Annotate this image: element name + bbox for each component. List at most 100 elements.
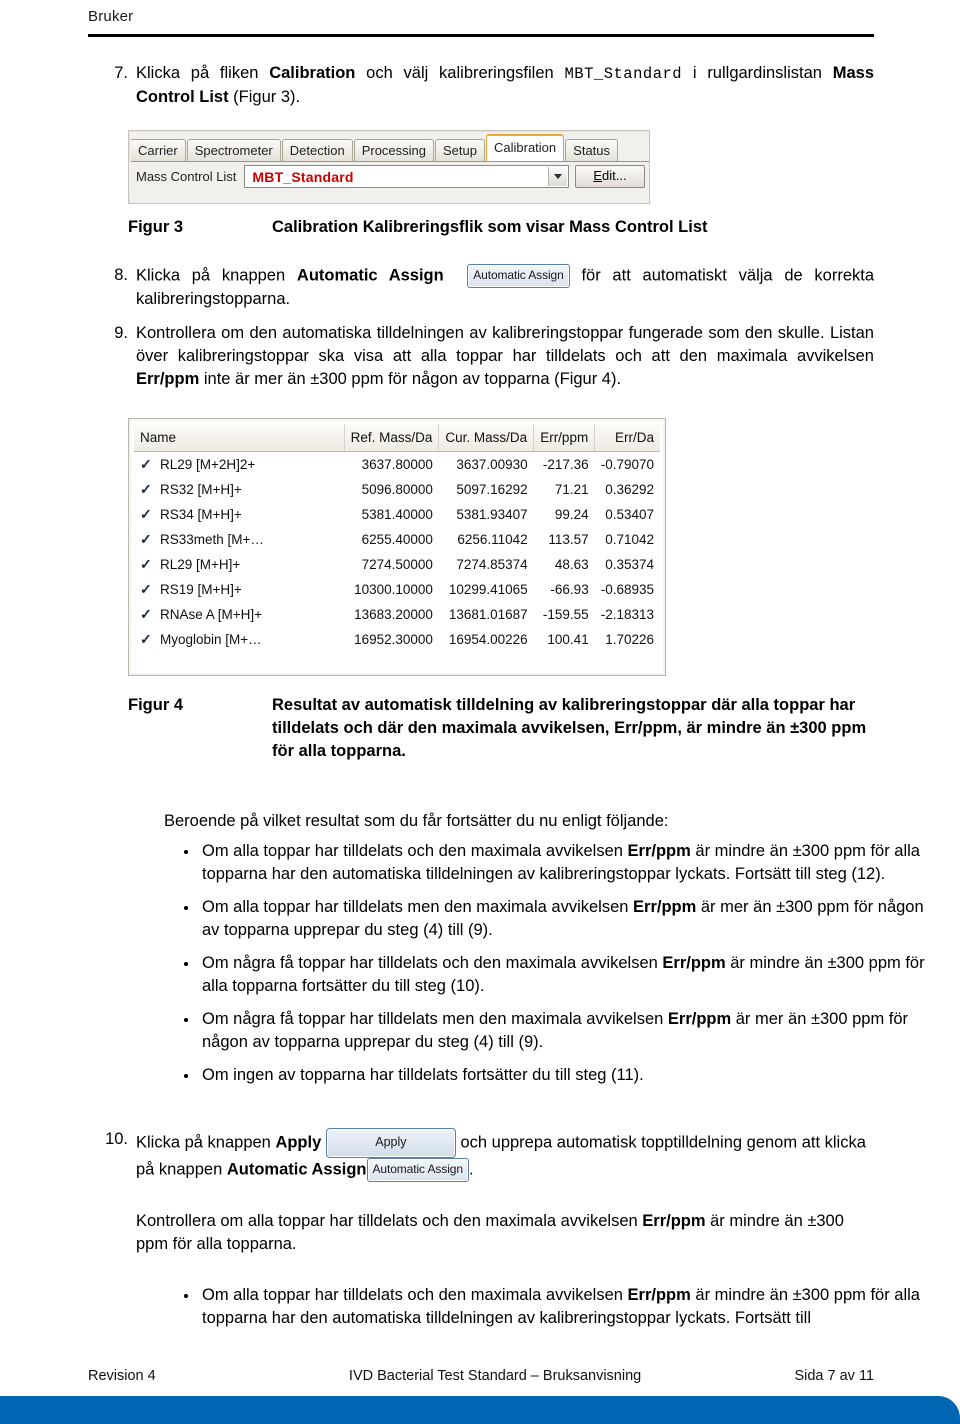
figure-3-screenshot: Carrier Spectrometer Detection Processin… bbox=[128, 130, 650, 204]
peak-name: RS34 [M+H]+ bbox=[160, 507, 242, 522]
edit-button[interactable]: Edit... bbox=[575, 165, 645, 188]
document-page: Bruker 7. Klicka på fliken Calibration o… bbox=[0, 0, 960, 1424]
step-10-b2: Automatic Assign bbox=[226, 1160, 367, 1179]
cell-err-da: -2.18313 bbox=[600, 607, 654, 622]
step-10-number: 10. bbox=[105, 1130, 128, 1148]
table-row[interactable]: ✓ RS32 [M+H]+ 5096.80000 5097.16292 71.21… bbox=[134, 477, 660, 502]
table-row[interactable]: ✓ RS34 [M+H]+ 5381.40000 5381.93407 99.24… bbox=[134, 502, 660, 527]
tab-setup[interactable]: Setup bbox=[435, 139, 485, 161]
cell-err-da: 0.71042 bbox=[605, 532, 654, 547]
step-9: 9. Kontrollera om den automatiska tillde… bbox=[92, 322, 874, 391]
bullet-5-t1: Om ingen av topparna har tilldelats fort… bbox=[202, 1066, 644, 1084]
check-icon[interactable]: ✓ bbox=[140, 606, 156, 623]
figure-3-caption-text: Calibration Kalibreringsflik som visar M… bbox=[272, 218, 708, 236]
header-divider bbox=[88, 34, 874, 37]
bullet-2-t1: Om alla toppar har tilldelats men den ma… bbox=[202, 898, 634, 916]
automatic-assign-button[interactable]: Automatic Assign bbox=[467, 264, 570, 288]
footer-document-title: IVD Bacterial Test Standard – Bruksanvis… bbox=[348, 1368, 642, 1384]
cell-ref-mass: 5096.80000 bbox=[361, 482, 433, 497]
apply-button[interactable]: Apply bbox=[325, 1128, 456, 1158]
list-item: Om alla toppar har tilldelats och den ma… bbox=[176, 840, 938, 886]
tab-spectrometer[interactable]: Spectrometer bbox=[186, 139, 281, 161]
check-icon[interactable]: ✓ bbox=[140, 481, 156, 498]
cell-cur-mass: 5381.93407 bbox=[456, 507, 528, 522]
column-header-cur-mass[interactable]: Cur. Mass/Da bbox=[438, 424, 535, 452]
column-header-name[interactable]: Name bbox=[134, 424, 345, 452]
figure-4-caption-text: Resultat av automatisk tilldelning av ka… bbox=[272, 696, 867, 760]
check-icon[interactable]: ✓ bbox=[140, 631, 156, 648]
step-8: 8. Klicka på knappen Automatic Assign Au… bbox=[92, 264, 874, 311]
cell-err-ppm: 99.24 bbox=[554, 507, 589, 522]
peak-table-body: ✓ RL29 [M+2H]2+ 3637.80000 3637.00930 -21… bbox=[134, 452, 660, 653]
cell-err-da: -0.68935 bbox=[600, 582, 654, 597]
tab-detection[interactable]: Detection bbox=[281, 139, 353, 161]
check-icon[interactable]: ✓ bbox=[140, 556, 156, 573]
table-row[interactable]: ✓ RL29 [M+H]+ 7274.50000 7274.85374 48.63… bbox=[134, 552, 660, 577]
table-row[interactable]: ✓ RL29 [M+2H]2+ 3637.80000 3637.00930 -21… bbox=[134, 452, 660, 478]
check-icon[interactable]: ✓ bbox=[140, 531, 156, 548]
cell-name: ✓ RS19 [M+H]+ bbox=[134, 577, 344, 602]
table-row[interactable]: ✓ RNAse A [M+H]+ 13683.20000 13681.01687 … bbox=[134, 602, 660, 627]
cell-err-da: 1.70226 bbox=[605, 632, 654, 647]
cell-err-ppm: -159.55 bbox=[542, 607, 589, 622]
footer-page-number: Sida 7 av 11 bbox=[794, 1368, 874, 1384]
step-10-t1: Klicka på knappen bbox=[136, 1133, 276, 1152]
cell-cur-mass: 10299.41065 bbox=[448, 582, 528, 597]
peak-name: RS32 [M+H]+ bbox=[160, 482, 242, 497]
step-9-text: Kontrollera om den automatiska tilldelni… bbox=[136, 322, 874, 391]
peak-name: Myoglobin [M+… bbox=[160, 632, 262, 647]
tab-status[interactable]: Status bbox=[565, 139, 619, 161]
mass-control-list-dropdown[interactable]: MBT_Standard bbox=[244, 165, 569, 188]
check-icon[interactable]: ✓ bbox=[140, 456, 156, 473]
cell-ref-mass: 7274.50000 bbox=[361, 557, 433, 572]
peak-name: RL29 [M+2H]2+ bbox=[160, 457, 256, 472]
column-header-err-da[interactable]: Err/Da bbox=[594, 424, 660, 452]
step-10-t3: . bbox=[468, 1160, 474, 1179]
cell-err-ppm: -217.36 bbox=[542, 457, 589, 472]
check-icon[interactable]: ✓ bbox=[140, 581, 156, 598]
footer-revision: Revision 4 bbox=[88, 1368, 156, 1384]
table-row[interactable]: ✓ Myoglobin [M+… 16952.30000 16954.00226 … bbox=[134, 627, 660, 652]
bullet-2-b: Err/ppm bbox=[633, 898, 697, 916]
step-10-b1: Apply bbox=[275, 1133, 322, 1152]
step-10-t4: Kontrollera om alla toppar har tilldelat… bbox=[136, 1212, 643, 1230]
step-8-text: Klicka på knappen Automatic Assign Autom… bbox=[136, 264, 874, 311]
list-item: Om ingen av topparna har tilldelats fort… bbox=[176, 1064, 938, 1087]
figure-4-label: Figur 4 bbox=[128, 696, 184, 714]
check-icon[interactable]: ✓ bbox=[140, 506, 156, 523]
peak-name: RL29 [M+H]+ bbox=[160, 557, 241, 572]
cell-name: ✓ Myoglobin [M+… bbox=[134, 627, 344, 652]
peak-name: RNAse A [M+H]+ bbox=[160, 607, 263, 622]
step-10: 10. Klicka på knappen Apply Apply och up… bbox=[92, 1128, 874, 1182]
cell-cur-mass: 3637.00930 bbox=[456, 457, 528, 472]
cell-name: ✓ RS33meth [M+… bbox=[134, 527, 344, 552]
list-item: Om några få toppar har tilldelats och de… bbox=[176, 952, 938, 998]
bullet-6-t1: Om alla toppar har tilldelats och den ma… bbox=[202, 1286, 628, 1304]
table-header-row: Name Ref. Mass/Da Cur. Mass/Da Err/ppm E… bbox=[134, 424, 660, 452]
cell-name: ✓ RL29 [M+H]+ bbox=[134, 552, 344, 577]
tab-processing[interactable]: Processing bbox=[353, 139, 435, 161]
step-9-number: 9. bbox=[114, 324, 128, 342]
tab-carrier[interactable]: Carrier bbox=[131, 139, 186, 161]
cell-name: ✓ RNAse A [M+H]+ bbox=[134, 602, 344, 627]
peak-name: RS19 [M+H]+ bbox=[160, 582, 242, 597]
table-row[interactable]: ✓ RS19 [M+H]+ 10300.10000 10299.41065 -66… bbox=[134, 577, 660, 602]
cell-err-da: 0.36292 bbox=[605, 482, 654, 497]
automatic-assign-button-2[interactable]: Automatic Assign bbox=[366, 1158, 469, 1182]
chevron-down-icon[interactable] bbox=[548, 167, 567, 186]
calibration-peak-table: Name Ref. Mass/Da Cur. Mass/Da Err/ppm E… bbox=[134, 424, 660, 652]
column-header-ref-mass[interactable]: Ref. Mass/Da bbox=[344, 424, 440, 452]
cell-err-ppm: 71.21 bbox=[554, 482, 589, 497]
step-9-b1: Err/ppm bbox=[136, 370, 200, 388]
bullet-3-b: Err/ppm bbox=[662, 954, 726, 972]
tab-calibration[interactable]: Calibration bbox=[486, 134, 565, 161]
step-10-b3: Err/ppm bbox=[642, 1212, 706, 1230]
cell-err-ppm: -66.93 bbox=[550, 582, 589, 597]
bullet-4-b: Err/ppm bbox=[667, 1010, 732, 1028]
outcome-bullet-list: Om alla toppar har tilldelats och den ma… bbox=[176, 840, 938, 1097]
cell-ref-mass: 10300.10000 bbox=[354, 582, 433, 597]
table-row[interactable]: ✓ RS33meth [M+… 6255.40000 6256.11042 113… bbox=[134, 527, 660, 552]
column-header-err-ppm[interactable]: Err/ppm bbox=[533, 424, 596, 452]
cell-ref-mass: 5381.40000 bbox=[361, 507, 433, 522]
peak-name: RS33meth [M+… bbox=[160, 532, 264, 547]
